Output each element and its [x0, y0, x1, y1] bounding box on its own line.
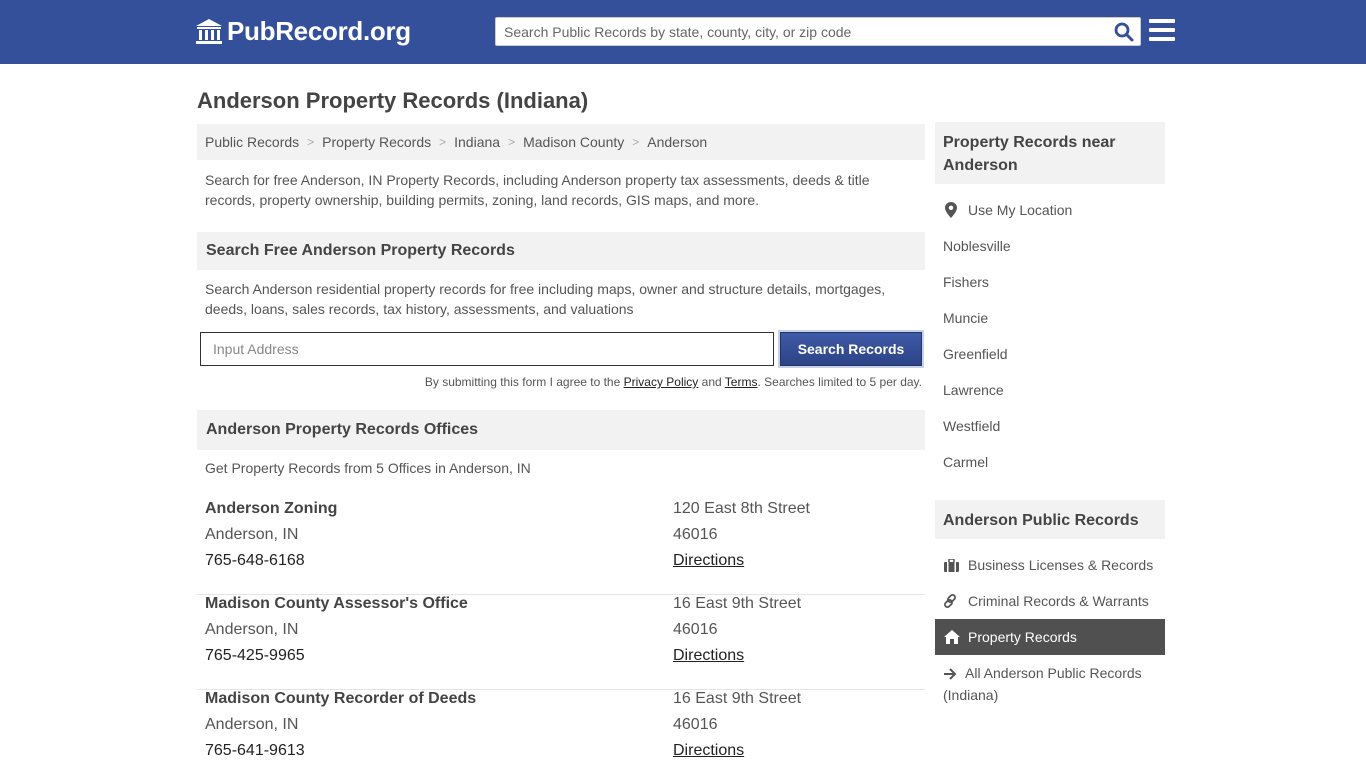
address-input[interactable]: [200, 332, 774, 366]
search-button[interactable]: [1108, 18, 1140, 45]
nearby-greenfield[interactable]: Greenfield: [943, 346, 1008, 362]
site-search-input[interactable]: [496, 18, 1108, 45]
use-my-location-link[interactable]: Use My Location: [943, 202, 1072, 218]
office-street: 120 East 8th Street: [673, 500, 810, 517]
all-public-records-label: All Anderson Public Records (Indiana): [943, 665, 1142, 703]
office-name: Madison County Recorder of Deeds: [205, 690, 477, 707]
courthouse-icon: [196, 18, 222, 44]
use-my-location-label: Use My Location: [968, 202, 1073, 218]
agree-prefix: By submitting this form I agree to the: [424, 375, 624, 389]
office-zip: 46016: [673, 716, 718, 733]
arrow-right-icon: [943, 665, 959, 685]
nearby-carmel[interactable]: Carmel: [943, 454, 988, 470]
office-zip: 46016: [673, 621, 718, 638]
link-icon: [943, 593, 959, 609]
nearby-noblesville[interactable]: Noblesville: [943, 238, 1011, 254]
property-records-label: Property Records: [968, 629, 1077, 645]
agreement-text: By submitting this form I agree to the P…: [425, 375, 922, 389]
breadcrumb-separator: >: [632, 135, 640, 149]
offices-section-heading: Anderson Property Records Offices: [197, 410, 925, 450]
search-icon: [1114, 22, 1134, 41]
nearby-muncie[interactable]: Muncie: [943, 310, 988, 326]
home-icon: [944, 629, 960, 645]
public-records-heading: Anderson Public Records: [935, 500, 1165, 539]
all-public-records-link[interactable]: All Anderson Public Records (Indiana): [943, 663, 1163, 705]
nearby-fishers[interactable]: Fishers: [943, 274, 989, 290]
nearby-westfield[interactable]: Westfield: [943, 418, 1000, 434]
office-city: Anderson, IN: [205, 621, 299, 638]
directions-link[interactable]: Directions: [673, 742, 744, 760]
business-licenses-label: Business Licenses & Records: [968, 557, 1154, 573]
breadcrumb-public-records[interactable]: Public Records: [205, 134, 299, 150]
office-name: Madison County Assessor's Office: [205, 595, 468, 612]
briefcase-icon: [943, 557, 959, 573]
terms-link[interactable]: Terms: [725, 375, 758, 389]
office-item: Madison County Recorder of Deeds Anderso…: [197, 690, 925, 768]
directions-link[interactable]: Directions: [673, 552, 744, 570]
property-records-link-active[interactable]: Property Records: [935, 619, 1165, 655]
office-street: 16 East 9th Street: [673, 690, 802, 707]
nearby-heading: Property Records near Anderson: [935, 122, 1165, 184]
breadcrumb-anderson[interactable]: Anderson: [647, 134, 707, 150]
office-phone[interactable]: 765-648-6168: [205, 552, 305, 570]
business-licenses-link[interactable]: Business Licenses & Records: [943, 557, 1153, 573]
office-street: 16 East 9th Street: [673, 595, 802, 612]
offices-subtitle: Get Property Records from 5 Offices in A…: [205, 460, 531, 476]
office-name: Anderson Zoning: [205, 500, 338, 517]
logo-text: PubRecord.org: [227, 16, 411, 46]
breadcrumb-indiana[interactable]: Indiana: [454, 134, 500, 150]
breadcrumb-separator: >: [439, 135, 447, 149]
nearby-lawrence[interactable]: Lawrence: [943, 382, 1004, 398]
office-phone[interactable]: 765-641-9613: [205, 742, 305, 760]
page-title: Anderson Property Records (Indiana): [197, 88, 589, 113]
breadcrumb-property-records[interactable]: Property Records: [322, 134, 431, 150]
office-item: Madison County Assessor's Office Anderso…: [197, 595, 925, 690]
office-city: Anderson, IN: [205, 716, 299, 733]
privacy-policy-link[interactable]: Privacy Policy: [624, 375, 699, 389]
search-description: Search Anderson residential property rec…: [205, 281, 886, 317]
agree-and: and: [698, 375, 725, 389]
search-records-button[interactable]: Search Records: [780, 332, 922, 366]
criminal-records-label: Criminal Records & Warrants: [968, 593, 1149, 609]
breadcrumb-separator: >: [508, 135, 516, 149]
criminal-records-link[interactable]: Criminal Records & Warrants: [943, 593, 1149, 609]
office-phone[interactable]: 765-425-9965: [205, 647, 305, 665]
hamburger-menu-icon[interactable]: [1149, 19, 1175, 41]
agree-suffix: . Searches limited to 5 per day.: [757, 375, 922, 389]
breadcrumb: Public Records > Property Records > Indi…: [197, 124, 925, 160]
office-item: Anderson Zoning Anderson, IN 765-648-616…: [197, 500, 925, 595]
top-navbar: PubRecord.org: [0, 0, 1366, 64]
directions-link[interactable]: Directions: [673, 647, 744, 665]
breadcrumb-madison-county[interactable]: Madison County: [523, 134, 624, 150]
map-marker-icon: [943, 202, 959, 218]
intro-text: Search for free Anderson, IN Property Re…: [205, 172, 870, 208]
breadcrumb-separator: >: [307, 135, 315, 149]
office-city: Anderson, IN: [205, 526, 299, 543]
site-search: [495, 17, 1141, 46]
office-zip: 46016: [673, 526, 718, 543]
site-logo[interactable]: PubRecord.org: [195, 16, 411, 47]
search-section-heading: Search Free Anderson Property Records: [197, 232, 925, 270]
